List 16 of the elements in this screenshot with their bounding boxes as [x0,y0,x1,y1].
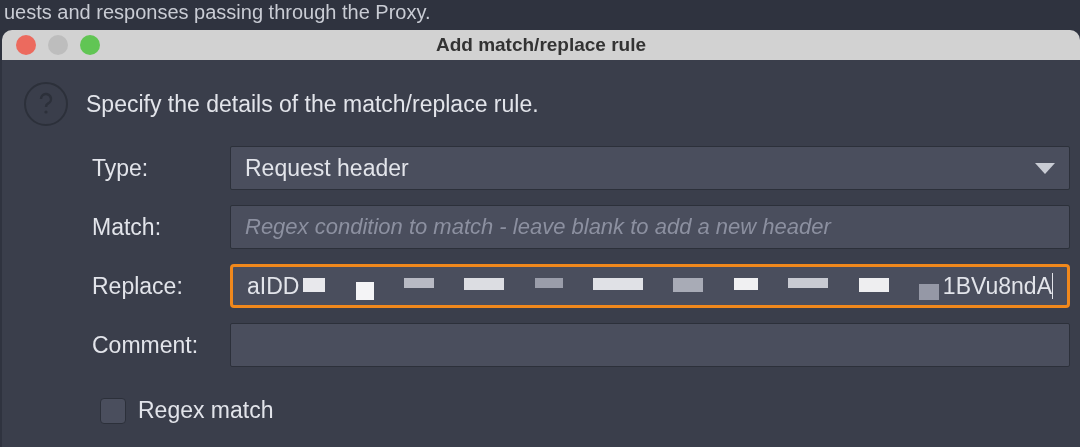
close-button[interactable] [16,35,36,55]
field-label: Comment: [92,331,200,359]
zoom-button[interactable] [80,35,100,55]
field-label: Type: [92,154,150,182]
window-title: Add match/replace rule [434,34,648,56]
caret-icon [1035,162,1055,174]
input-field[interactable] [230,323,1070,367]
field-label: Match: [92,213,163,241]
type-dropdown[interactable]: Request header [230,146,1070,190]
checkbox-label: Regex match [138,397,274,424]
field-label: Replace: [92,272,184,300]
background-text: uests and responses passing through the Proxy. [3,0,432,25]
intro-text: Specify the details of the match/replace rule. [86,90,539,118]
checkbox[interactable] [100,397,126,424]
input-field[interactable]: aIDD 1BVu8ndA [230,264,1070,308]
input-field[interactable]: Regex condition to match - leave blank to add a new header [230,205,1070,249]
